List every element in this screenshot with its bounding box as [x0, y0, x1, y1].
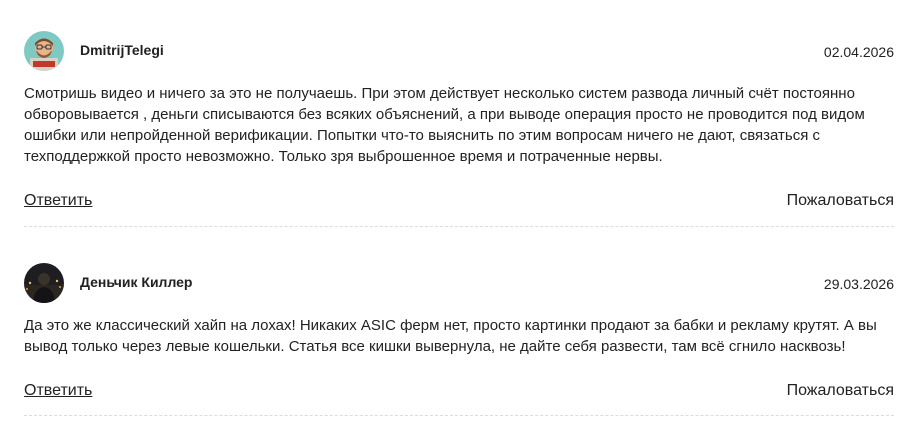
comment-date: 29.03.2026	[823, 276, 894, 292]
complain-link[interactable]: Пожаловаться	[787, 192, 894, 210]
comment-header: Деньчик Киллер 29.03.2026	[24, 263, 894, 305]
comment-item: Деньчик Киллер 29.03.2026 Да это же клас…	[24, 263, 894, 416]
comment-item: DmitrijTelegi 02.04.2026 Смотришь видео …	[24, 31, 894, 227]
complain-link[interactable]: Пожаловаться	[787, 382, 894, 400]
comment-text: Смотришь видео и ничего за это не получа…	[24, 85, 865, 165]
comment-header: DmitrijTelegi 02.04.2026	[24, 31, 894, 73]
cartoon-man-icon	[24, 31, 64, 71]
comment-author: DmitrijTelegi	[80, 42, 164, 58]
comments-list: DmitrijTelegi 02.04.2026 Смотришь видео …	[0, 0, 920, 429]
reply-link[interactable]: Ответить	[24, 382, 92, 400]
comment-text: Да это же классический хайп на лохах! Ни…	[24, 317, 877, 355]
comment-date: 02.04.2026	[823, 44, 894, 60]
comment-author: Деньчик Киллер	[80, 274, 193, 290]
night-city-photo-icon	[24, 263, 64, 303]
reply-link[interactable]: Ответить	[24, 192, 92, 210]
